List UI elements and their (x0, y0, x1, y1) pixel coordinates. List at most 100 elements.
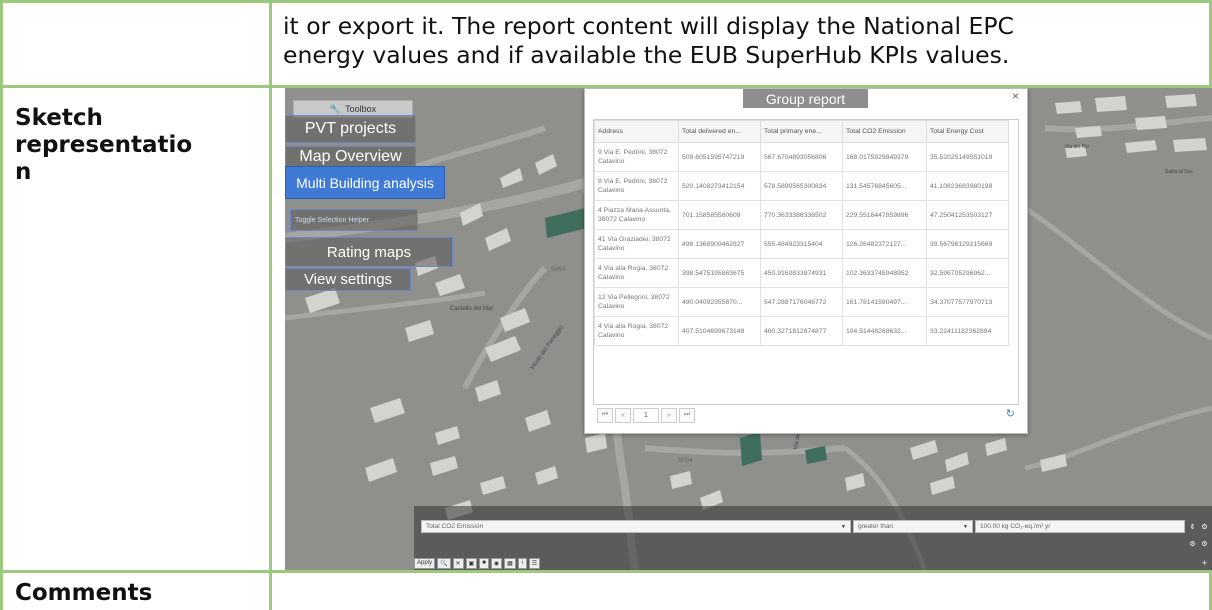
last-page-button[interactable]: ⏭ (679, 407, 695, 423)
table-row[interactable]: 9 Via E. Pedrini, 38072 Calavino 509.6051… (594, 142, 1009, 172)
chevron-down-icon: ▼ (963, 523, 968, 530)
table-cell: 407.5104699673148 (678, 316, 761, 346)
attribute-select-value: Total CO2 Emission (426, 523, 484, 530)
sketch-label-line: representatio (15, 132, 193, 158)
table-row[interactable]: 12 Via Pellegrini, 38072 Calavino 490.040… (594, 287, 1009, 317)
rating-maps-button[interactable]: Rating maps (285, 237, 453, 267)
operator-select[interactable]: greater than ▼ (853, 520, 973, 533)
view-settings-button[interactable]: View settings (285, 268, 411, 291)
table-border-mid (269, 0, 272, 610)
report-grid: Address Total delivered en... Total primar… (593, 119, 1019, 405)
info-icon[interactable]: i (517, 557, 527, 569)
map-label: SP94 (551, 267, 566, 273)
sketch-label-line: n (15, 159, 32, 185)
table-cell: 460.3271812874877 (760, 316, 843, 346)
grid-icon[interactable]: ▦ (504, 557, 516, 569)
close-icon[interactable]: × (1012, 89, 1019, 103)
close-icon[interactable]: ✕ (452, 557, 464, 569)
delete-icon[interactable]: ■ (479, 557, 489, 569)
toolbox-label: Toolbox (345, 104, 377, 114)
wrench-icon: 🔧 (329, 103, 342, 114)
table-cell: 229.5516447859896 (842, 200, 927, 230)
table-cell: 131.54576845605... (842, 171, 927, 201)
toggle-selection-helper-button[interactable]: Toggle Selection Helper (290, 209, 418, 231)
table-row[interactable]: 8 Via E. Pedrini, 38072 Calavino 520.1408… (594, 171, 1009, 201)
table-cell: 104.51448268632... (842, 316, 927, 346)
page-number-input[interactable]: 1 (633, 407, 659, 423)
table-header-row: Address Total delivered en... Total primar… (594, 120, 1009, 143)
table-cell: 47.25041253503127 (926, 200, 1009, 230)
next-page-button[interactable]: » (661, 407, 677, 423)
operator-select-value: greater than (858, 523, 894, 530)
table-row[interactable]: 41 Via Graziadei, 38072 Calavino 498.1368… (594, 229, 1009, 259)
table-cell: 398.5475195863675 (678, 258, 761, 288)
group-report-dialog: Group report × Address Total delivered en… (584, 88, 1028, 434)
table-row[interactable]: 4 Via alla Rogia, 38072 Calavino 407.5104… (594, 316, 1009, 346)
map-label: Via del Rio (1065, 144, 1089, 150)
document-table: it or export it. The report content will… (0, 0, 1212, 610)
apply-button[interactable]: Apply (414, 557, 436, 569)
table-cell: 35.52025149551019 (926, 142, 1009, 172)
table-cell: 9 Via E. Pedrini, 38072 Calavino (594, 142, 679, 172)
table-cell: 34.37077577970713 (926, 287, 1009, 317)
table-cell: 578.5890565300834 (760, 171, 843, 201)
map-overview-button[interactable]: Map Overview (285, 146, 416, 168)
attribute-select[interactable]: Total CO2 Emission ▼ (421, 520, 851, 533)
gear-icon[interactable]: ⚙ (1188, 539, 1197, 548)
table-border-left (0, 0, 3, 610)
sketch-screenshot: SP94 SP94 Castello dei Mar Vicolo del Pa… (285, 88, 1212, 570)
prev-page-button[interactable]: « (615, 407, 631, 423)
threshold-input[interactable]: 100.00 kg CO₂-eq./m² yr (975, 520, 1185, 533)
table-cell: 555.484923315404 (760, 229, 843, 259)
add-icon[interactable]: + (1200, 558, 1209, 567)
column-header[interactable]: Total primary ene... (760, 120, 843, 143)
spinner-icon[interactable]: ⇕ (1188, 522, 1197, 531)
pagination: ⏮ « 1 » ⏭ (593, 403, 1017, 427)
report-table: Address Total delivered en... Total primar… (594, 120, 1009, 346)
table-row[interactable]: 4 Piazza Maria Assunta, 38072 Calavino 70… (594, 200, 1009, 230)
table-cell: 39.56796129215669 (926, 229, 1009, 259)
table-cell: 33.22411182362894 (926, 316, 1009, 346)
table-cell: 4 Via alla Rogia, 38072 Calavino (594, 316, 679, 346)
pvt-projects-button[interactable]: PVT projects (285, 115, 416, 143)
table-cell: 8 Via E. Pedrini, 38072 Calavino (594, 171, 679, 201)
table-cell: 41.10823683980198 (926, 171, 1009, 201)
table-cell: 509.6051595747219 (678, 142, 761, 172)
first-page-button[interactable]: ⏮ (597, 407, 613, 423)
intro-paragraph: it or export it. The report content will… (283, 12, 1208, 70)
table-cell: 498.1368909462827 (678, 229, 761, 259)
multi-building-analysis-button[interactable]: Multi Building analysis (285, 166, 445, 199)
table-cell: 450.9160833874931 (760, 258, 843, 288)
intro-line: energy values and if available the EUB S… (283, 41, 1010, 69)
table-row[interactable]: 4 Via alla Rogia, 38072 Calavino 398.5475… (594, 258, 1009, 288)
dialog-title: Group report (743, 89, 868, 108)
column-header[interactable]: Address (594, 120, 679, 143)
table-cell: 32.596705296962... (926, 258, 1009, 288)
table-cell: 567.6704893056806 (760, 142, 843, 172)
save-icon[interactable]: ▣ (465, 557, 478, 569)
table-cell: 770.3633386336502 (760, 200, 843, 230)
refresh-icon[interactable]: ↻ (1006, 407, 1015, 420)
table-cell: 161.78141590497... (842, 287, 927, 317)
map-label: Salita al Sas (1165, 169, 1193, 175)
column-header[interactable]: Total Energy Cost (926, 120, 1009, 143)
table-cell: 4 Piazza Maria Assunta, 38072 Calavino (594, 200, 679, 230)
list-icon[interactable]: ☰ (528, 557, 541, 569)
gear-icon[interactable]: ⚙ (1200, 539, 1209, 548)
table-cell: 168.0175929849379 (842, 142, 927, 172)
column-header[interactable]: Total CO2 Emission (842, 120, 927, 143)
table-border-top (0, 0, 1212, 3)
map-label: Castello dei Mar (450, 306, 493, 312)
table-cell: 4 Via alla Rogia, 38072 Calavino (594, 258, 679, 288)
gear-icon[interactable]: ⚙ (1200, 522, 1209, 531)
column-header[interactable]: Total delivered en... (678, 120, 761, 143)
map-label: SP94 (678, 458, 693, 464)
search-icon[interactable]: 🔍 (437, 557, 451, 569)
table-cell: 547.2887176046772 (760, 287, 843, 317)
sketch-label-line: Sketch (15, 105, 103, 131)
chevron-down-icon: ▼ (841, 523, 846, 530)
table-cell: 520.1408273412154 (678, 171, 761, 201)
table-cell: 12 Via Pellegrini, 38072 Calavino (594, 287, 679, 317)
intro-line: it or export it. The report content will… (283, 12, 1014, 40)
eye-icon[interactable]: ◉ (490, 557, 503, 569)
